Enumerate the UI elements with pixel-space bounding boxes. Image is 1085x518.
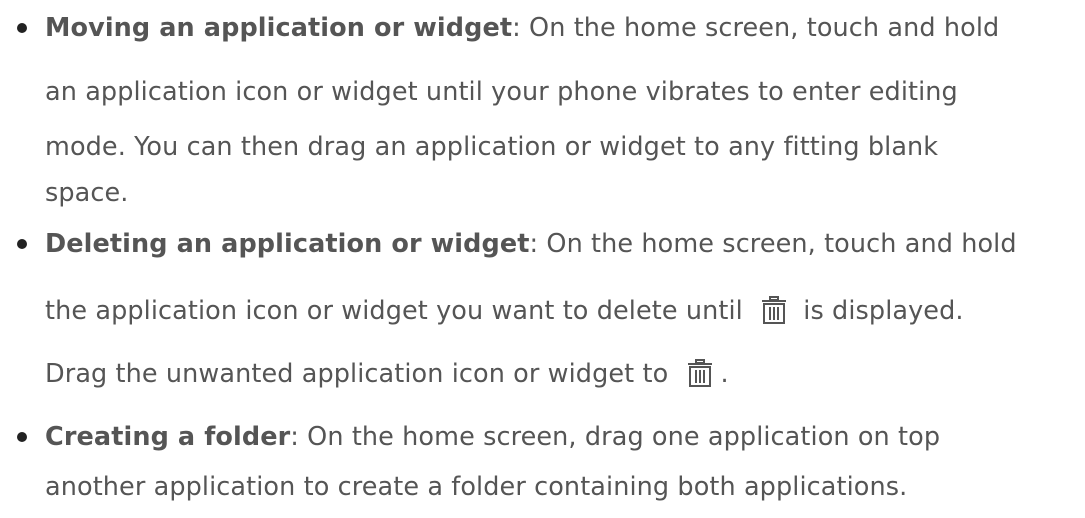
trash-icon [762, 296, 787, 324]
list-item-line: Creating a folder: On the home screen, d… [45, 422, 941, 452]
list-item-term: Deleting an application or widget [45, 229, 530, 259]
list-item-line: Deleting an application or widget: On th… [45, 229, 1017, 259]
bullet [17, 239, 27, 249]
list-item-term: Creating a folder [45, 422, 291, 452]
list-item-line: space. [45, 178, 129, 208]
bullet [17, 23, 27, 33]
list-item-line: another application to create a folder c… [45, 472, 908, 502]
document-page: Moving an application or widget: On the … [0, 0, 1085, 518]
list-item-line: an application icon or widget until your… [45, 77, 958, 107]
bullet [17, 432, 27, 442]
trash-icon [687, 359, 712, 387]
list-item-line: the application icon or widget you want … [45, 296, 964, 326]
list-item-line: mode. You can then drag an application o… [45, 132, 939, 162]
list-item-term: Moving an application or widget [45, 13, 513, 43]
list-item-line: Drag the unwanted application icon or wi… [45, 359, 729, 389]
list-item-line: Moving an application or widget: On the … [45, 13, 1000, 43]
